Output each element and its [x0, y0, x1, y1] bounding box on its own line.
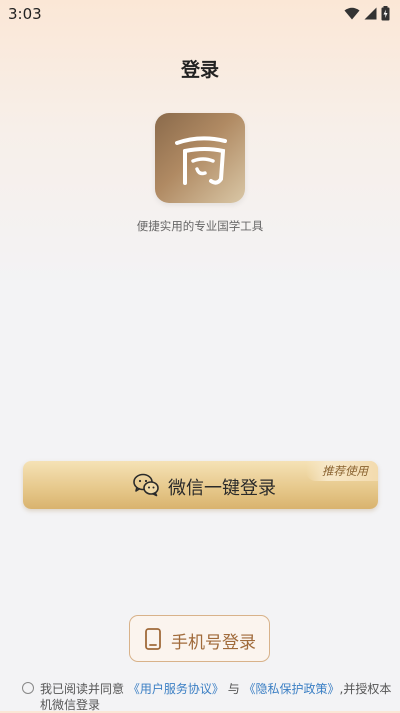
- recommend-badge: 推荐使用: [306, 461, 378, 481]
- app-tagline: 便捷实用的专业国学工具: [136, 219, 264, 233]
- agreement-and: 与: [227, 682, 240, 696]
- wechat-icon: [133, 473, 159, 497]
- phone-icon: [145, 628, 161, 650]
- wechat-login-label: 微信一键登录: [168, 478, 276, 499]
- app-logo-icon: [155, 113, 245, 203]
- agreement-prefix: 我已阅读并同意: [40, 682, 125, 696]
- battery-charging-icon: [381, 6, 390, 21]
- status-bar: 3:03: [0, 0, 400, 28]
- page-title: 登录: [180, 59, 219, 81]
- privacy-policy-link[interactable]: 《隐私保护政策》: [244, 682, 340, 696]
- wechat-login-button[interactable]: 微信一键登录 推荐使用: [23, 461, 378, 509]
- phone-login-label: 手机号登录: [171, 633, 256, 653]
- status-icons: [344, 6, 390, 21]
- phone-login-button[interactable]: 手机号登录: [129, 615, 270, 662]
- status-time: 3:03: [8, 5, 42, 23]
- agreement-text: 我已阅读并同意 《用户服务协议》 与 《隐私保护政策》,并授权本机微信登录: [40, 681, 392, 713]
- user-agreement-link[interactable]: 《用户服务协议》: [128, 682, 224, 696]
- wifi-icon: [344, 7, 360, 20]
- cellular-signal-icon: [364, 7, 377, 20]
- agreement-checkbox[interactable]: [22, 682, 34, 694]
